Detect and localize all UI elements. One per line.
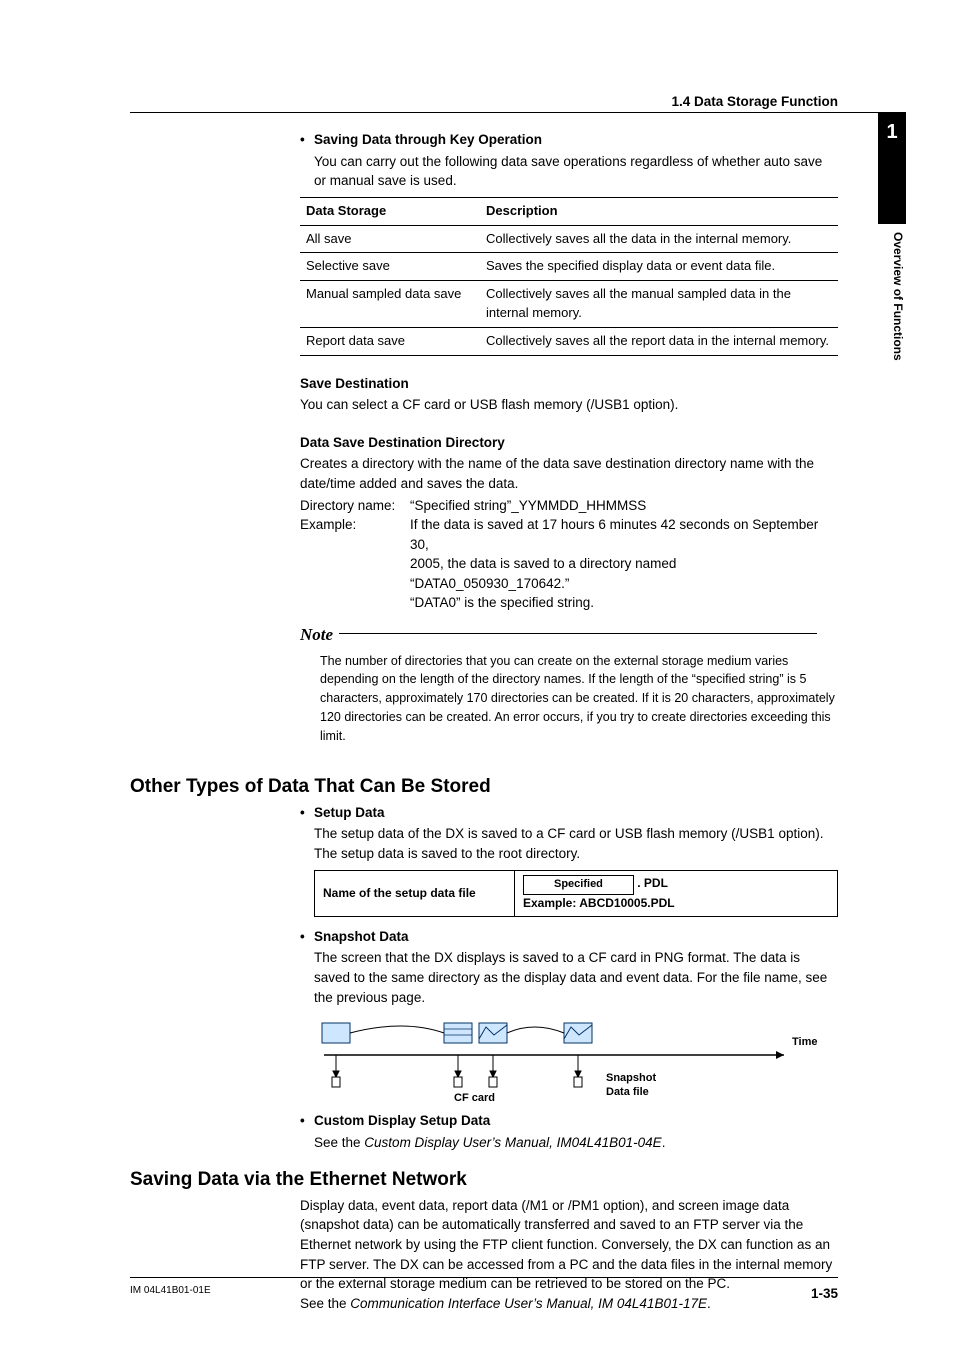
th-storage: Data Storage: [300, 197, 480, 225]
saving-key-op-head: • Saving Data through Key Operation: [300, 130, 838, 150]
header-breadcrumb: 1.4 Data Storage Function: [671, 92, 838, 112]
note-body: The number of directories that you can c…: [300, 648, 838, 746]
other-types-heading: Other Types of Data That Can Be Stored: [130, 773, 884, 801]
note-heading: Note: [300, 623, 838, 648]
datafile-label: Data file: [606, 1086, 649, 1098]
save-destination-head: Save Destination: [300, 374, 838, 394]
time-label: Time: [792, 1036, 817, 1048]
ethernet-heading: Saving Data via the Ethernet Network: [130, 1166, 884, 1194]
snapshot-para: The screen that the DX displays is saved…: [314, 948, 838, 1007]
footer-docid: IM 04L41B01-01E: [130, 1284, 211, 1304]
snapshot-diagram: Time: [314, 1015, 838, 1105]
main-content: • Saving Data through Key Operation You …: [300, 130, 838, 745]
table-row: Manual sampled data saveCollectively sav…: [300, 281, 838, 328]
note-rule: [339, 633, 817, 634]
setup-data-head: • Setup Data: [300, 803, 838, 823]
snapshot-svg: Time: [314, 1015, 834, 1105]
dest-dir-head: Data Save Destination Directory: [300, 433, 838, 453]
dest-dir-para: Creates a directory with the name of the…: [300, 454, 838, 493]
snapshot-head: • Snapshot Data: [300, 927, 838, 947]
specified-box: Specified: [523, 875, 634, 895]
setup-data-para: The setup data of the DX is saved to a C…: [314, 824, 838, 863]
setup-file-pattern: Specified . PDL Example: ABCD10005.PDL: [515, 870, 838, 916]
page-footer: IM 04L41B01-01E 1-35: [130, 1277, 838, 1304]
saving-key-op-para: You can carry out the following data sav…: [314, 152, 838, 191]
custom-display-head: • Custom Display Setup Data: [300, 1111, 838, 1131]
footer-page-number: 1-35: [811, 1284, 838, 1304]
table-row: Report data saveCollectively saves all t…: [300, 327, 838, 355]
setup-filename-table: Name of the setup data file Specified . …: [314, 870, 838, 917]
data-storage-table: Data Storage Description All saveCollect…: [300, 197, 838, 356]
chapter-title-vertical: Overview of Functions: [882, 232, 906, 361]
save-destination-para: You can select a CF card or USB flash me…: [300, 395, 838, 415]
setup-file-example: Example: ABCD10005.PDL: [523, 896, 675, 910]
directory-name-block: Directory name:“Specified string”_YYMMDD…: [300, 496, 838, 613]
cf-card-label: CF card: [454, 1092, 495, 1104]
table-row: All saveCollectively saves all the data …: [300, 225, 838, 253]
header-rule: [130, 112, 884, 113]
snapshot-label: Snapshot: [606, 1072, 656, 1084]
other-types-content: • Setup Data The setup data of the DX is…: [300, 803, 838, 1152]
page: 1.4 Data Storage Function 1 Overview of …: [0, 0, 954, 1350]
table-row: Selective saveSaves the specified displa…: [300, 253, 838, 281]
setup-file-label: Name of the setup data file: [315, 870, 515, 916]
custom-display-para: See the Custom Display User’s Manual, IM…: [314, 1133, 838, 1153]
th-description: Description: [480, 197, 838, 225]
chapter-number: 1: [878, 112, 906, 147]
chapter-tab: 1: [878, 112, 906, 224]
